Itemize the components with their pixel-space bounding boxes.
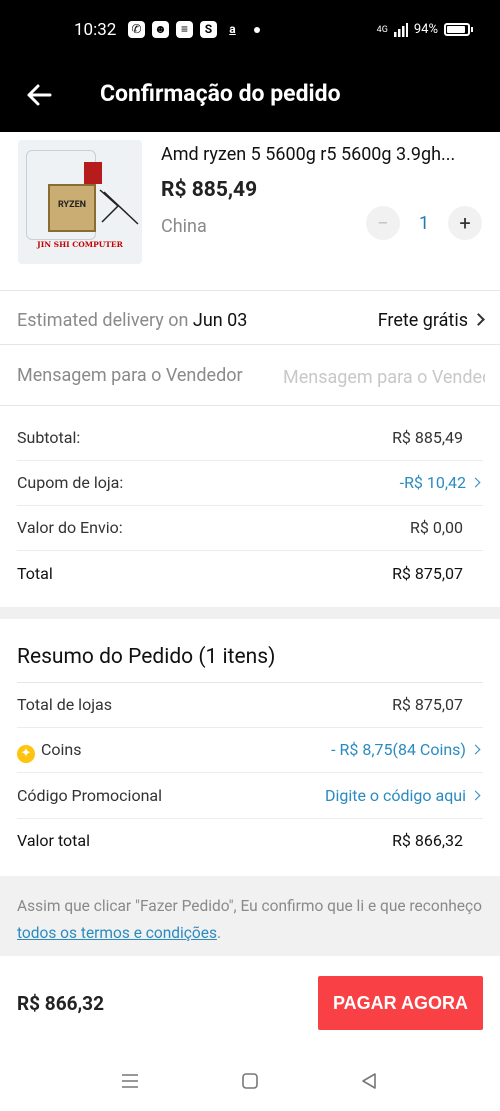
shop-watermark: JIN SHI COMPUTER	[37, 240, 123, 249]
product-image[interactable]: RYZEN JIN SHI COMPUTER	[18, 140, 142, 264]
coupon-row[interactable]: Cupom de loja: -R$ 10,42	[17, 461, 483, 506]
divider	[0, 405, 500, 406]
a-icon: a	[229, 22, 236, 36]
system-nav-bar	[0, 1052, 500, 1111]
shipping-cost-value: R$ 0,00	[410, 518, 463, 537]
terms-text: Assim que clicar "Fazer Pedido", Eu conf…	[17, 897, 482, 915]
quantity-stepper: − 1 +	[366, 206, 482, 240]
clock: 10:32	[74, 20, 117, 40]
checkout-footer: R$ 866,32 PAGAR AGORA	[0, 956, 500, 1052]
delivery-row[interactable]: Estimated delivery on Jun 03 Frete gráti…	[17, 310, 485, 331]
coins-amount: - R$ 8,75(84 Coins)	[331, 740, 466, 759]
coins-label-wrap: ✦ Coins	[17, 740, 82, 763]
shipping-cost-row: Valor do Envio: R$ 0,00	[17, 506, 483, 551]
shipping-cost-label: Valor do Envio:	[17, 518, 123, 537]
grand-total-label: Valor total	[17, 831, 90, 850]
s-icon: S	[200, 21, 217, 38]
back-nav-icon[interactable]	[358, 1070, 380, 1092]
network-label: 4G	[376, 24, 388, 35]
message-label: Mensagem para o Vendedor	[17, 365, 243, 386]
decrease-quantity-button[interactable]: −	[366, 206, 400, 240]
app-header: Confirmação do pedido	[0, 62, 500, 132]
shipping-label: Frete grátis	[377, 310, 468, 331]
grand-total-row: Valor total R$ 866,32	[17, 819, 483, 864]
subtotal-label: Subtotal:	[17, 428, 81, 447]
coin-icon: ✦	[17, 745, 35, 763]
coupon-value[interactable]: -R$ 10,42	[399, 473, 481, 492]
message-input[interactable]	[283, 363, 485, 391]
mask-icon: ☻	[152, 21, 169, 38]
menu-nav-icon[interactable]	[119, 1070, 141, 1092]
promo-code-input[interactable]: Digite o código aqui	[324, 786, 481, 805]
terms-link[interactable]: todos os termos e condições	[17, 924, 217, 942]
quantity-value: 1	[418, 212, 430, 234]
coupon-amount: -R$ 10,42	[399, 473, 466, 492]
whatsapp-icon: ✆	[128, 21, 145, 38]
footer-total: R$ 866,32	[17, 992, 104, 1015]
total-row: Total R$ 875,07	[17, 552, 483, 597]
status-bar: 10:32 ✆ ☻ ≡ S a 4G 94%	[0, 0, 500, 62]
delivery-date: Jun 03	[192, 310, 248, 331]
shipping-option[interactable]: Frete grátis	[377, 310, 485, 331]
stores-total-row: Total de lojas R$ 875,07	[17, 683, 483, 728]
signal-icon	[393, 22, 408, 37]
divider	[0, 344, 500, 345]
coins-row[interactable]: ✦ Coins - R$ 8,75(84 Coins)	[17, 728, 483, 773]
chevron-right-icon	[470, 744, 481, 755]
subtotal-row: Subtotal: R$ 885,49	[17, 416, 483, 461]
terms-suffix: .	[216, 924, 222, 942]
product-card[interactable]: RYZEN JIN SHI COMPUTER Amd ryzen 5 5600g…	[0, 132, 500, 290]
product-title[interactable]: Amd ryzen 5 5600g r5 5600g 3.9gh...	[161, 144, 486, 165]
coupon-label: Cupom de loja:	[17, 473, 124, 492]
promo-label: Código Promocional	[17, 786, 162, 805]
delivery-label: Estimated delivery on	[17, 310, 193, 331]
home-nav-icon[interactable]	[239, 1070, 261, 1092]
subtotal-value: R$ 885,49	[392, 428, 463, 447]
promo-placeholder: Digite o código aqui	[324, 786, 466, 805]
pay-now-button[interactable]: PAGAR AGORA	[318, 976, 483, 1030]
increase-quantity-button[interactable]: +	[448, 206, 482, 240]
coins-label: Coins	[41, 740, 82, 759]
notification-icons: ✆ ☻ ≡ S a	[128, 21, 260, 38]
total-value: R$ 875,07	[392, 564, 463, 583]
chevron-right-icon	[470, 790, 481, 801]
total-label: Total	[17, 564, 53, 583]
dot-icon	[254, 27, 260, 33]
product-price: R$ 885,49	[161, 178, 258, 202]
product-origin: China	[161, 216, 207, 237]
battery-icon	[444, 23, 473, 36]
chat-icon: ≡	[176, 21, 193, 38]
divider	[0, 290, 500, 291]
stores-total-label: Total de lojas	[17, 695, 112, 714]
message-row: Mensagem para o Vendedor	[17, 363, 485, 391]
promo-code-row[interactable]: Código Promocional Digite o código aqui	[17, 774, 483, 819]
chevron-right-icon	[470, 477, 481, 488]
terms-notice: Assim que clicar "Fazer Pedido", Eu conf…	[0, 876, 500, 956]
coins-value[interactable]: - R$ 8,75(84 Coins)	[331, 740, 481, 759]
battery-percent: 94%	[413, 22, 438, 37]
section-gap	[0, 607, 500, 619]
back-arrow-icon[interactable]	[24, 80, 54, 110]
chevron-right-icon	[472, 313, 485, 326]
page-title: Confirmação do pedido	[100, 80, 341, 107]
stores-total-value: R$ 875,07	[392, 695, 463, 714]
system-indicators: 4G 94%	[376, 22, 473, 37]
order-summary-title: Resumo do Pedido (1 itens)	[17, 645, 276, 669]
grand-total-value: R$ 866,32	[392, 831, 463, 850]
